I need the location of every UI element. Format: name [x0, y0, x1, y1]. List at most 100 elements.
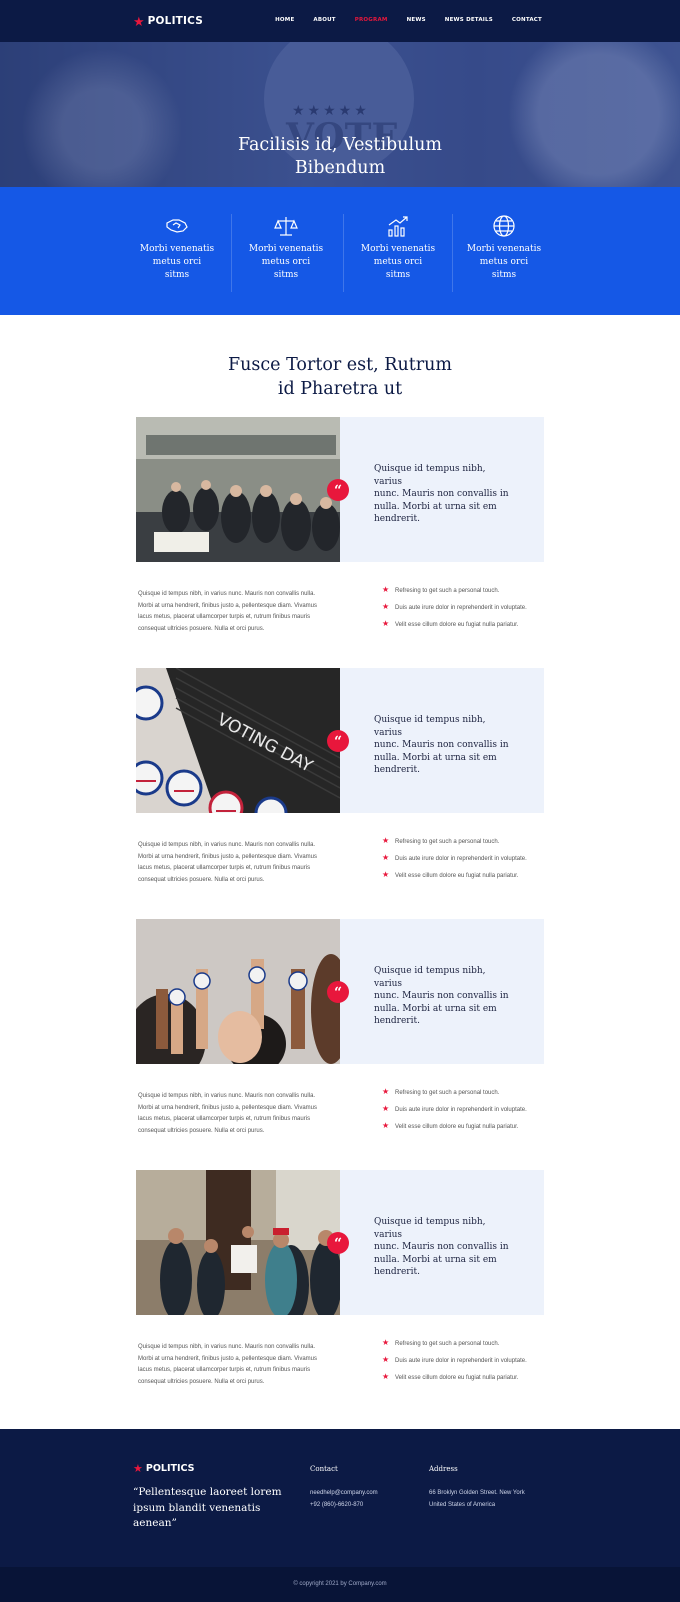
star-bullet-icon: ★ [382, 1087, 390, 1096]
feature-item: Morbi venenatis metus orci sitms [122, 214, 232, 292]
site-header: ★ POLITICS HOME ABOUT PROGRAM NEWS NEWS … [0, 0, 680, 42]
program-quote: Quisque id tempus nibh, varius nunc. Mau… [374, 714, 514, 777]
bullet-item: ★ Refresing to get such a personal touch. [382, 836, 552, 855]
contact-email[interactable]: needhelp@company.com [310, 1490, 378, 1496]
tagline-line: aenean” [133, 1517, 177, 1529]
nav-home[interactable]: HOME [275, 17, 294, 23]
bullet-text: Duis aute irure dolor in reprehenderit i… [395, 1107, 527, 1113]
copyright-bar: © copyright 2021 by Company.com [0, 1567, 680, 1602]
star-bullet-icon: ★ [382, 1121, 390, 1130]
address-line: 66 Broklyn Golden Street. New York [429, 1490, 525, 1496]
quote-line: hendrerit. [374, 1016, 420, 1026]
feature-line: sitms [385, 270, 411, 280]
feature-line: sitms [273, 270, 299, 280]
program-quote: Quisque id tempus nibh, varius nunc. Mau… [374, 1216, 514, 1279]
para-line: consequat ultricies posuere. Nulla et or… [138, 877, 265, 884]
bullet-item: ★ Velit esse cillum dolore eu fugiat null… [382, 620, 552, 638]
tagline-line: ipsum blandit venenatis [133, 1501, 261, 1514]
bullet-item: ★ Duis aute irure dolor in reprehenderit … [382, 1356, 552, 1374]
quote-line: Quisque id tempus nibh, varius [374, 966, 486, 989]
para-line: lacus metus, placerat ullamcorper turpis… [138, 865, 311, 872]
para-line: Morbi at urna hendrerit, finibus justo a… [138, 1355, 317, 1362]
nav-news[interactable]: NEWS [407, 17, 426, 23]
brand-logo[interactable]: ★ POLITICS [133, 14, 203, 28]
main-nav: HOME ABOUT PROGRAM NEWS NEWS DETAILS CON… [256, 17, 542, 23]
site-footer: ★ POLITICS “Pellentesque laoreet lorem i… [0, 1429, 680, 1567]
star-icon: ★ [133, 1463, 143, 1475]
para-line: Quisque id tempus nibh, in varius nunc. … [138, 1344, 316, 1350]
para-line: consequat ultricies posuere. Nulla et or… [138, 626, 265, 633]
para-line: lacus metus, placerat ullamcorper turpis… [138, 614, 311, 621]
program-photo: VOTING DAY [136, 668, 340, 813]
star-bullet-icon: ★ [382, 836, 390, 845]
bullet-text: Velit esse cillum dolore eu fugiat nulla… [395, 622, 519, 628]
quote-icon: “ [327, 1232, 349, 1254]
para-line: consequat ultricies posuere. Nulla et or… [138, 1379, 265, 1386]
bullet-item: ★ Velit esse cillum dolore eu fugiat null… [382, 1121, 552, 1140]
chart-growth-icon [388, 216, 408, 237]
star-icon: ★ [133, 13, 145, 29]
contact-heading: Contact [310, 1465, 338, 1473]
bullet-text: Velit esse cillum dolore eu fugiat nulla… [395, 873, 519, 879]
scales-icon [274, 217, 298, 236]
meeting-room-photo [136, 417, 340, 562]
nav-news-details[interactable]: NEWS DETAILS [445, 17, 493, 23]
feature-line: metus orci [373, 257, 423, 267]
section-title: Fusce Tortor est, Rutrum id Pharetra ut [0, 354, 680, 401]
feature-line: sitms [491, 270, 517, 280]
quote-panel: Quisque id tempus nibh, varius nunc. Mau… [340, 1170, 544, 1315]
bullet-text: Duis aute irure dolor in reprehenderit i… [395, 856, 527, 862]
quote-line: hendrerit. [374, 1267, 420, 1277]
quote-line: Quisque id tempus nibh, varius [374, 464, 486, 487]
feature-item: Morbi venenatis metus orci sitms [231, 214, 341, 292]
bullet-item: ★ Refresing to get such a personal touch. [382, 585, 552, 604]
para-line: lacus metus, placerat ullamcorper turpis… [138, 1367, 311, 1374]
quote-line: nulla. Morbi at urna sit em [374, 752, 497, 763]
bullet-item: ★ Duis aute irure dolor in reprehenderit … [382, 602, 552, 621]
feature-label: Morbi venenatis metus orci sitms [449, 243, 559, 282]
para-line: Morbi at urna hendrerit, finibus justo a… [138, 853, 317, 860]
quote-panel: Quisque id tempus nibh, varius nunc. Mau… [340, 919, 544, 1064]
program-photo [136, 417, 340, 562]
bullet-item: ★ Refresing to get such a personal touch. [382, 1087, 552, 1106]
program-description: Quisque id tempus nibh, in varius nunc. … [138, 1342, 338, 1389]
nav-contact[interactable]: CONTACT [512, 17, 542, 23]
para-line: consequat ultricies posuere. Nulla et or… [138, 1128, 265, 1135]
program-section: Fusce Tortor est, Rutrum id Pharetra ut … [0, 315, 680, 1429]
globe-icon [493, 215, 515, 237]
quote-line: Quisque id tempus nibh, varius [374, 715, 486, 738]
quote-line: nunc. Mauris non convallis in [374, 740, 509, 750]
feature-line: metus orci [479, 257, 529, 267]
feature-item: Morbi venenatis metus orci sitms [343, 214, 453, 292]
contact-phone[interactable]: +92 (860)-6620-870 [310, 1502, 363, 1508]
star-bullet-icon: ★ [382, 585, 390, 594]
footer-logo[interactable]: ★ POLITICS [133, 1462, 195, 1475]
nav-program[interactable]: PROGRAM [355, 17, 388, 23]
bullet-text: Refresing to get such a personal touch. [395, 1090, 500, 1096]
quote-line: nulla. Morbi at urna sit em [374, 1254, 497, 1265]
tagline-line: “Pellentesque laoreet lorem [133, 1486, 282, 1498]
address-heading: Address [429, 1465, 458, 1473]
feature-label: Morbi venenatis metus orci sitms [122, 243, 232, 282]
feature-label: Morbi venenatis metus orci sitms [343, 243, 453, 282]
program-photo [136, 919, 340, 1064]
street-protest-photo [136, 1170, 340, 1315]
feature-line: metus orci [261, 257, 311, 267]
bullet-text: Duis aute irure dolor in reprehenderit i… [395, 605, 527, 611]
para-line: Quisque id tempus nibh, in varius nunc. … [138, 842, 316, 848]
feature-line: Morbi venenatis [360, 244, 436, 254]
program-description: Quisque id tempus nibh, in varius nunc. … [138, 589, 338, 636]
quote-panel: Quisque id tempus nibh, varius nunc. Mau… [340, 417, 544, 562]
bullet-text: Refresing to get such a personal touch. [395, 588, 500, 594]
quote-panel: Quisque id tempus nibh, varius nunc. Mau… [340, 668, 544, 813]
nav-about[interactable]: ABOUT [313, 17, 335, 23]
bullet-text: Duis aute irure dolor in reprehenderit i… [395, 1358, 527, 1364]
raised-fists-photo [136, 919, 340, 1064]
star-bullet-icon: ★ [382, 853, 390, 862]
address-line: United States of America [429, 1502, 496, 1508]
feature-line: Morbi venenatis [248, 244, 324, 254]
feature-line: Morbi venenatis [139, 244, 215, 254]
bullet-text: Velit esse cillum dolore eu fugiat nulla… [395, 1124, 519, 1130]
star-bullet-icon: ★ [382, 602, 390, 611]
quote-icon: “ [327, 730, 349, 752]
